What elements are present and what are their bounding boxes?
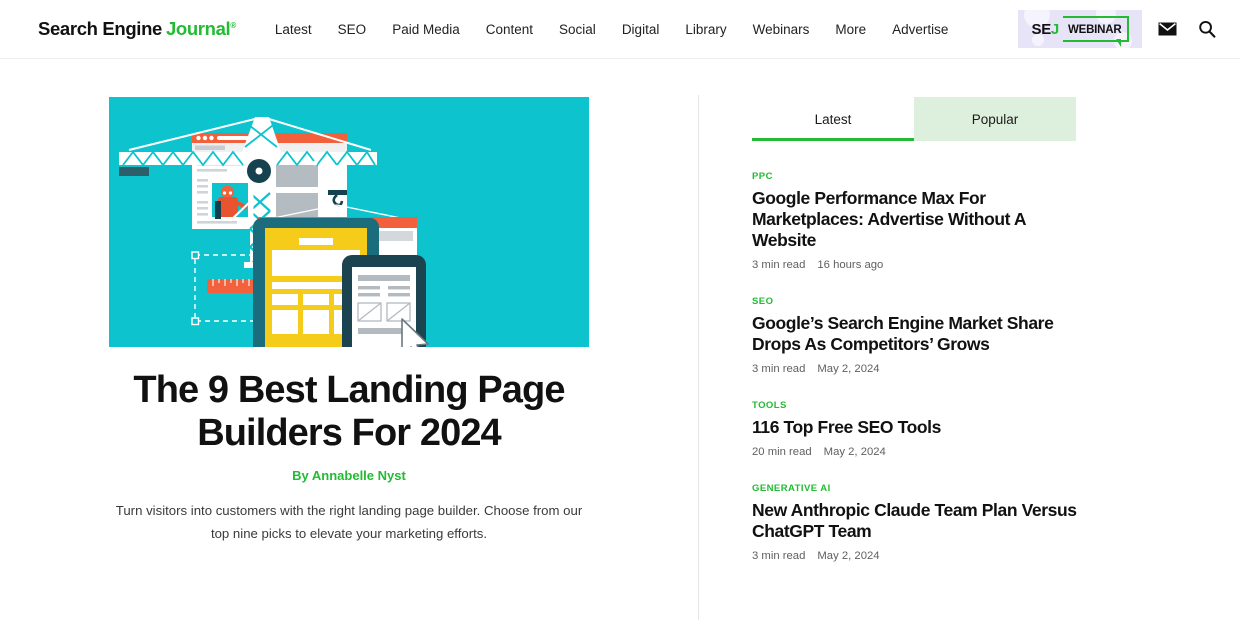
speech-bubble-icon: WEBINAR xyxy=(1062,16,1129,47)
tab-latest[interactable]: Latest xyxy=(752,97,914,141)
news-category-badge[interactable]: SEO xyxy=(752,296,1092,307)
tab-popular[interactable]: Popular xyxy=(914,97,1076,141)
featured-article-column: The 9 Best Landing Page Builders For 202… xyxy=(0,59,698,620)
news-date: May 2, 2024 xyxy=(817,550,880,562)
nav-item-webinars[interactable]: Webinars xyxy=(740,16,823,43)
news-meta: 20 min read May 2, 2024 xyxy=(752,446,1092,458)
nav-item-seo[interactable]: SEO xyxy=(325,16,380,43)
nav-item-content[interactable]: Content xyxy=(473,16,546,43)
news-date: May 2, 2024 xyxy=(823,446,886,458)
news-category-badge[interactable]: PPC xyxy=(752,171,1092,182)
envelope-icon xyxy=(1158,22,1176,36)
news-headline[interactable]: New Anthropic Claude Team Plan Versus Ch… xyxy=(752,500,1092,542)
nav-item-paid-media[interactable]: Paid Media xyxy=(379,16,473,43)
list-item[interactable]: PPC Google Performance Max For Marketpla… xyxy=(752,171,1092,271)
sidebar-tabs: Latest Popular xyxy=(752,97,1076,141)
logo-text-accent: Journal xyxy=(165,17,231,39)
list-item[interactable]: SEO Google’s Search Engine Market Share … xyxy=(752,296,1092,375)
nav-item-digital[interactable]: Digital xyxy=(609,16,673,43)
main-navigation: Latest SEO Paid Media Content Social Dig… xyxy=(262,16,962,43)
nav-item-library[interactable]: Library xyxy=(672,16,739,43)
news-category-badge[interactable]: GENERATIVE AI xyxy=(752,483,1092,494)
nav-item-social[interactable]: Social xyxy=(546,16,609,43)
news-read-time: 3 min read xyxy=(752,259,806,271)
landing-page-builders-illustration xyxy=(109,97,589,347)
featured-article-description: Turn visitors into customers with the ri… xyxy=(115,503,583,541)
news-meta: 3 min read 16 hours ago xyxy=(752,259,1092,271)
newsletter-subscribe-button[interactable] xyxy=(1152,14,1182,44)
list-item[interactable]: TOOLS 116 Top Free SEO Tools 20 min read… xyxy=(752,400,1092,458)
news-date: 16 hours ago xyxy=(817,259,884,271)
page-body: The 9 Best Landing Page Builders For 202… xyxy=(0,59,1240,620)
search-button[interactable] xyxy=(1192,14,1222,44)
news-headline[interactable]: Google Performance Max For Marketplaces:… xyxy=(752,188,1092,251)
news-read-time: 3 min read xyxy=(752,550,806,562)
featured-article-byline[interactable]: By Annabelle Nyst xyxy=(292,468,406,483)
news-list: PPC Google Performance Max For Marketpla… xyxy=(752,171,1092,562)
news-meta: 3 min read May 2, 2024 xyxy=(752,363,1092,375)
news-category-badge[interactable]: TOOLS xyxy=(752,400,1092,411)
nav-item-more[interactable]: More xyxy=(822,16,879,43)
news-read-time: 3 min read xyxy=(752,363,806,375)
sidebar-column: Latest Popular PPC Google Performance Ma… xyxy=(698,59,1240,620)
featured-article-image[interactable] xyxy=(109,97,589,347)
webinar-badge-label: WEBINAR xyxy=(1067,24,1122,36)
nav-item-latest[interactable]: Latest xyxy=(262,16,325,43)
news-date: May 2, 2024 xyxy=(817,363,880,375)
webinar-badge-j-accent: J xyxy=(1050,20,1059,38)
site-logo[interactable]: Search Engine Journal® xyxy=(38,17,236,39)
registered-trademark-icon: ® xyxy=(230,20,236,30)
header-actions: SEJ WEBINAR xyxy=(1018,10,1222,48)
logo-text-primary: Search Engine xyxy=(38,17,162,39)
webinar-badge-sej-label: SEJ xyxy=(1031,20,1059,38)
site-header: Search Engine Journal® Latest SEO Paid Me… xyxy=(0,0,1240,59)
search-icon xyxy=(1199,20,1216,38)
news-meta: 3 min read May 2, 2024 xyxy=(752,550,1092,562)
list-item[interactable]: GENERATIVE AI New Anthropic Claude Team … xyxy=(752,483,1092,562)
news-headline[interactable]: Google’s Search Engine Market Share Drop… xyxy=(752,313,1092,355)
sej-webinar-promo-banner[interactable]: SEJ WEBINAR xyxy=(1018,10,1142,48)
news-headline[interactable]: 116 Top Free SEO Tools xyxy=(752,417,1092,438)
featured-article-title[interactable]: The 9 Best Landing Page Builders For 202… xyxy=(109,369,589,454)
nav-item-advertise[interactable]: Advertise xyxy=(879,16,961,43)
news-read-time: 20 min read xyxy=(752,446,812,458)
